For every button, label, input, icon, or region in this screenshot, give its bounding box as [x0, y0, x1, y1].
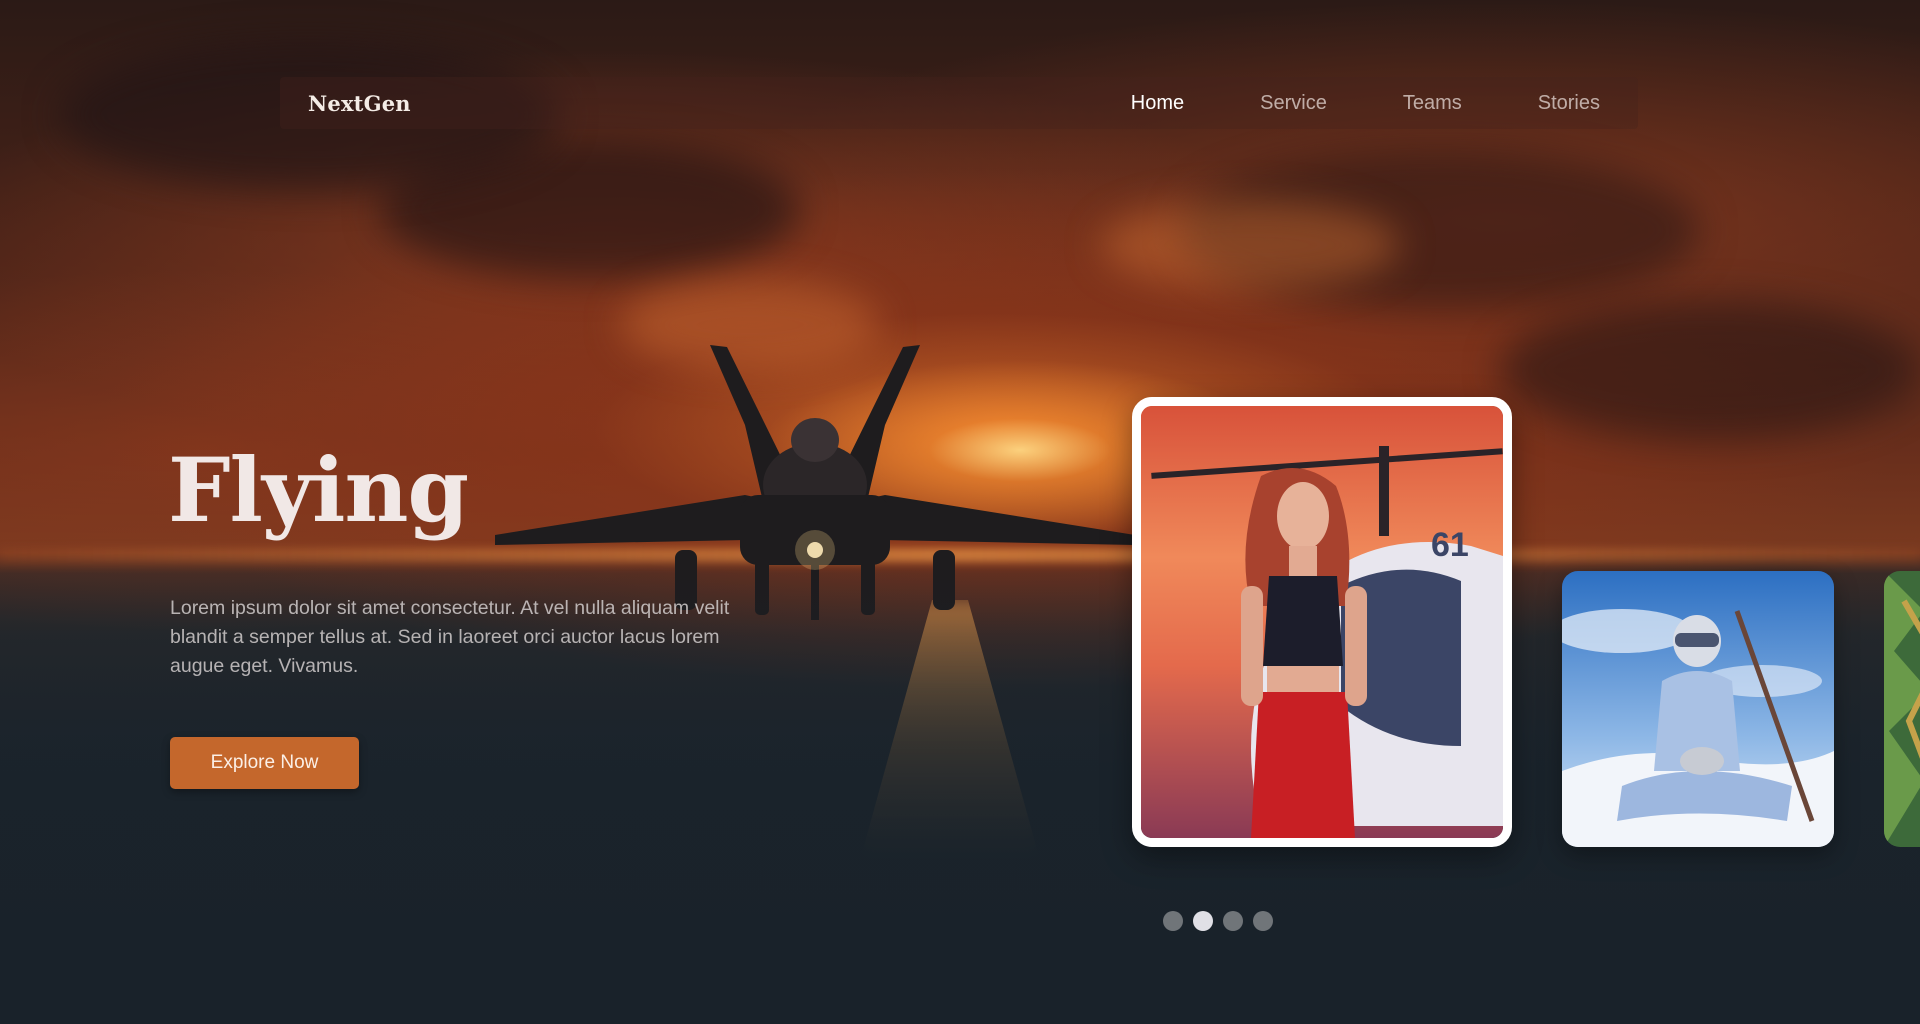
skier-image — [1562, 571, 1834, 847]
hero-description: Lorem ipsum dolor sit amet consectetur. … — [170, 597, 730, 677]
nav-item-home[interactable]: Home — [1091, 77, 1222, 129]
carousel-card-3[interactable] — [1884, 571, 1920, 847]
pagination-dot-1[interactable] — [1163, 911, 1183, 931]
nav-links: Home Service Teams Stories — [1091, 77, 1638, 129]
pagination-dot-2[interactable] — [1193, 911, 1213, 931]
pagination-dot-4[interactable] — [1253, 911, 1273, 931]
top-navigation: NextGen Home Service Teams Stories — [280, 77, 1638, 129]
carousel-pagination — [1163, 911, 1273, 931]
helicopter-portrait-image: 61 — [1141, 406, 1503, 838]
nav-item-service[interactable]: Service — [1222, 77, 1365, 129]
nav-item-teams[interactable]: Teams — [1365, 77, 1500, 129]
foliage-image — [1884, 571, 1920, 847]
hero-title: Flying — [168, 438, 469, 542]
explore-now-button[interactable]: Explore Now — [170, 737, 359, 789]
nav-item-stories[interactable]: Stories — [1500, 77, 1638, 129]
carousel-card-2[interactable] — [1562, 571, 1834, 847]
carousel-card-active[interactable]: 61 — [1132, 397, 1512, 847]
brand-logo[interactable]: NextGen — [308, 91, 411, 116]
pagination-dot-3[interactable] — [1223, 911, 1243, 931]
svg-text:61: 61 — [1431, 526, 1469, 564]
